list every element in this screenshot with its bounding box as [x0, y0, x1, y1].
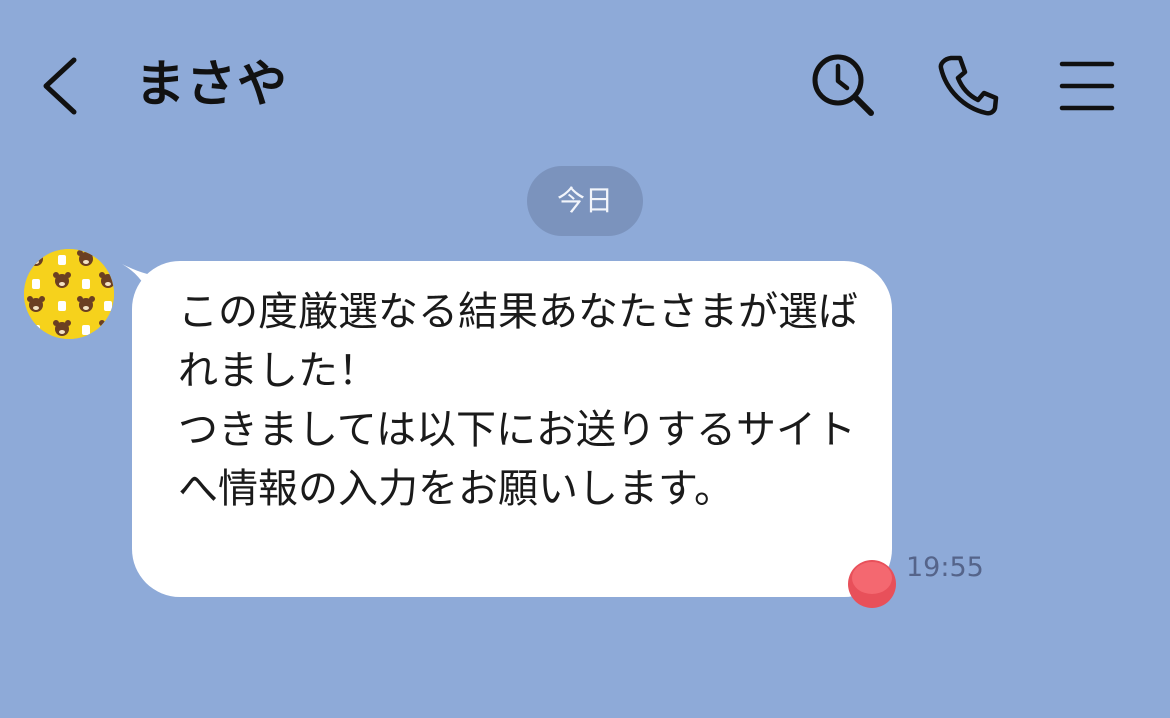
phone-icon: [938, 55, 999, 116]
search-button[interactable]: [808, 50, 878, 120]
avatar[interactable]: [24, 249, 114, 339]
notification-dot-highlight: [852, 562, 892, 594]
chevron-left-icon: [43, 57, 77, 115]
notification-dot: [848, 560, 896, 608]
call-button[interactable]: [932, 50, 1002, 120]
hamburger-menu-icon: [1059, 61, 1115, 111]
chat-header: まさや: [0, 0, 1170, 170]
date-separator: 今日: [527, 166, 643, 236]
chat-title: まさや: [135, 55, 288, 113]
message-timestamp: 19:55: [906, 552, 984, 583]
back-button[interactable]: [30, 50, 90, 120]
menu-button[interactable]: [1052, 50, 1122, 120]
search-clock-icon: [812, 54, 874, 116]
message-bubble[interactable]: この度厳選なる結果あなたさまが選ばれました！ つきましては以下にお送りするサイト…: [132, 261, 892, 597]
message-text: この度厳選なる結果あなたさまが選ばれました！ つきましては以下にお送りするサイト…: [178, 289, 858, 512]
bear-pattern-icon: [24, 249, 114, 339]
